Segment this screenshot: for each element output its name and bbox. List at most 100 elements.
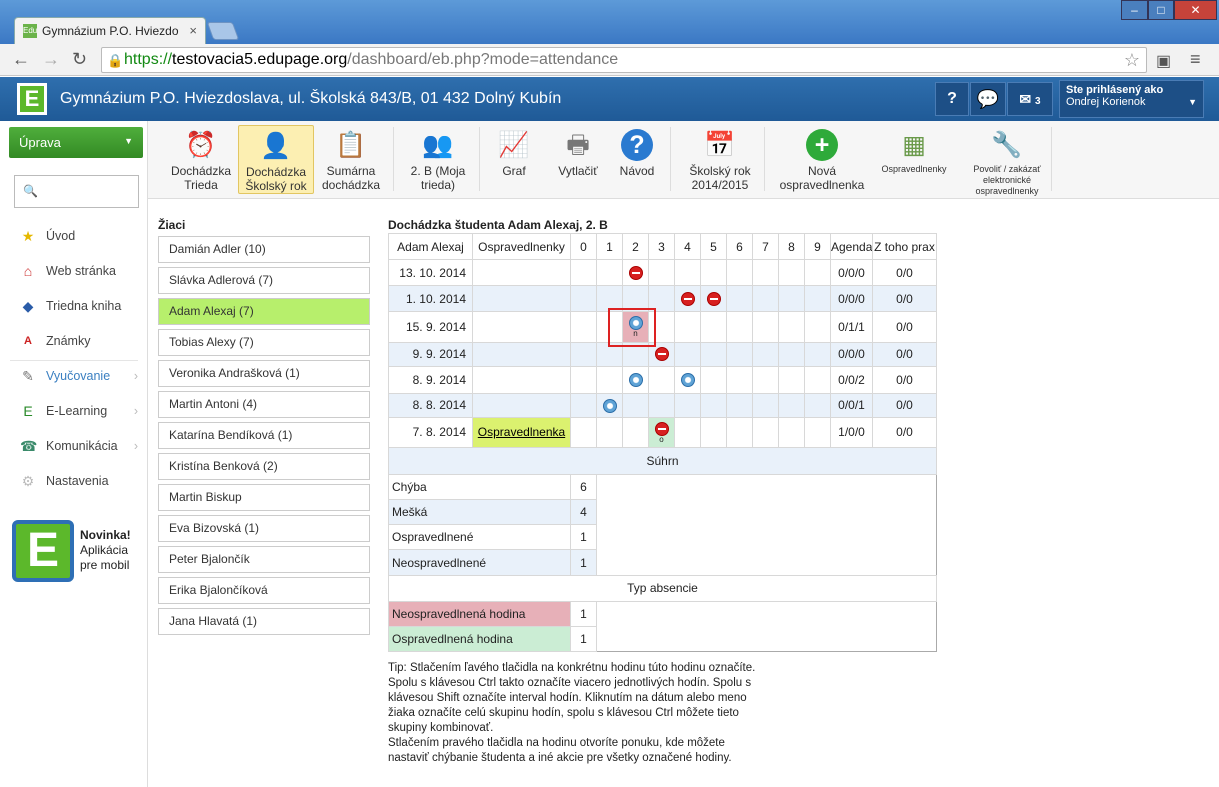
maximize-window-button[interactable]: □ xyxy=(1148,0,1174,20)
hour-cell[interactable] xyxy=(726,416,753,449)
student-item[interactable]: Tobias Alexy (7) xyxy=(158,329,370,356)
hour-cell[interactable] xyxy=(570,365,597,394)
hour-cell[interactable] xyxy=(674,392,701,418)
hour-cell[interactable] xyxy=(674,311,701,343)
minimize-window-button[interactable]: – xyxy=(1121,0,1148,20)
hour-cell[interactable] xyxy=(700,416,727,449)
sidebar-item-nastavenia[interactable]: ⚙ Nastavenia xyxy=(0,464,148,498)
toolbar-povolit-zakazat[interactable]: 🔧 Povoliť / zakázať elektronické osprave… xyxy=(962,125,1052,196)
hour-cell[interactable] xyxy=(726,259,753,287)
hour-cell[interactable] xyxy=(726,285,753,313)
reload-icon[interactable]: ↻ xyxy=(72,49,87,70)
hour-cell[interactable] xyxy=(570,259,597,287)
hour-cell[interactable] xyxy=(726,392,753,418)
student-item[interactable]: Kristína Benková (2) xyxy=(158,453,370,480)
hour-cell[interactable] xyxy=(674,341,701,367)
hour-cell[interactable] xyxy=(622,365,649,394)
hour-cell[interactable] xyxy=(726,311,753,343)
toolbar-moja-trieda[interactable]: 👥 2. B (Moja trieda) xyxy=(400,125,476,194)
close-tab-icon[interactable]: × xyxy=(189,23,197,38)
sidebar-item-znamky[interactable]: A Známky xyxy=(0,324,148,358)
toolbar-skolsky-rok[interactable]: 📅 Školský rok 2014/2015 xyxy=(682,125,758,194)
hour-cell[interactable] xyxy=(700,341,727,367)
sidebar-item-uvod[interactable]: ★ Úvod xyxy=(0,219,148,253)
toolbar-graf[interactable]: 📈 Graf xyxy=(488,125,540,194)
hour-cell[interactable] xyxy=(570,311,597,343)
bookmark-star-icon[interactable]: ☆ xyxy=(1124,48,1140,72)
search-input[interactable]: 🔍 xyxy=(14,175,139,208)
row-date[interactable]: 7. 8. 2014 xyxy=(388,416,473,449)
sidebar-item-vyucovanie[interactable]: ✎ Vyučovanie › xyxy=(0,359,148,393)
student-item[interactable]: Martin Biskup xyxy=(158,484,370,511)
hour-cell[interactable] xyxy=(700,392,727,418)
forward-icon[interactable]: → xyxy=(42,49,60,70)
new-tab-button[interactable] xyxy=(206,22,240,40)
browser-tab[interactable]: Edu Gymnázium P.O. Hviezdo × xyxy=(14,17,206,44)
hour-cell[interactable] xyxy=(648,259,675,287)
row-date[interactable]: 8. 9. 2014 xyxy=(388,365,473,394)
hour-cell[interactable] xyxy=(700,311,727,343)
hour-cell[interactable] xyxy=(804,416,831,449)
user-menu[interactable]: Ste prihlásený ako Ondrej Korienok ▼ xyxy=(1059,80,1204,118)
hour-cell[interactable] xyxy=(622,416,649,449)
column-header-student[interactable]: Adam Alexaj xyxy=(388,232,473,261)
hour-cell[interactable] xyxy=(596,365,623,394)
hour-cell[interactable] xyxy=(596,416,623,449)
hour-cell[interactable] xyxy=(804,311,831,343)
student-item[interactable]: Damián Adler (10) xyxy=(158,236,370,263)
student-item[interactable]: Erika Bjalončíková xyxy=(158,577,370,604)
hour-cell[interactable] xyxy=(674,259,701,287)
student-item[interactable]: Slávka Adlerová (7) xyxy=(158,267,370,294)
toolbar-navod[interactable]: ? Návod xyxy=(612,125,662,194)
hour-cell[interactable] xyxy=(804,392,831,418)
hour-cell[interactable] xyxy=(778,416,805,449)
toolbar-nova-ospravedlnenka[interactable]: + Nová ospravedlnenka xyxy=(774,125,870,194)
hour-cell[interactable] xyxy=(622,259,649,287)
excuse-link[interactable]: Ospravedlnenka xyxy=(472,416,571,449)
hour-cell-excused[interactable]: o xyxy=(648,416,675,449)
hour-cell[interactable] xyxy=(752,311,779,343)
student-item[interactable]: Martin Antoni (4) xyxy=(158,391,370,418)
hour-cell[interactable] xyxy=(700,285,727,313)
student-item[interactable]: Jana Hlavatá (1) xyxy=(158,608,370,635)
hour-cell[interactable] xyxy=(778,365,805,394)
hour-cell[interactable] xyxy=(752,259,779,287)
hour-cell[interactable] xyxy=(570,285,597,313)
close-window-button[interactable]: ✕ xyxy=(1174,0,1217,20)
hour-cell[interactable] xyxy=(804,285,831,313)
hour-cell[interactable] xyxy=(752,416,779,449)
hour-cell[interactable] xyxy=(674,365,701,394)
chat-icon[interactable]: 💬 xyxy=(970,82,1006,116)
hour-cell[interactable] xyxy=(570,392,597,418)
student-item[interactable]: Eva Bizovská (1) xyxy=(158,515,370,542)
messages-button[interactable]: ✉ 3 xyxy=(1007,82,1053,116)
hour-cell[interactable] xyxy=(778,392,805,418)
row-date[interactable]: 13. 10. 2014 xyxy=(388,259,473,287)
sidebar-item-triedna-kniha[interactable]: ◆ Triedna kniha xyxy=(0,289,148,323)
hour-cell[interactable] xyxy=(778,259,805,287)
help-button[interactable]: ? xyxy=(935,82,969,116)
hour-cell[interactable] xyxy=(700,365,727,394)
hour-cell[interactable] xyxy=(596,259,623,287)
row-date[interactable]: 15. 9. 2014 xyxy=(388,311,473,343)
hour-cell[interactable] xyxy=(752,341,779,367)
sidebar-item-web[interactable]: ⌂ Web stránka xyxy=(0,254,148,288)
hour-cell[interactable] xyxy=(700,259,727,287)
back-icon[interactable]: ← xyxy=(12,49,30,70)
student-item[interactable]: Veronika Andrašková (1) xyxy=(158,360,370,387)
hour-cell[interactable] xyxy=(674,285,701,313)
cast-icon[interactable]: ▣ xyxy=(1156,51,1171,71)
hour-cell[interactable] xyxy=(752,392,779,418)
hour-cell[interactable] xyxy=(570,416,597,449)
sidebar-item-elearning[interactable]: E E-Learning › xyxy=(0,394,148,428)
hour-cell[interactable] xyxy=(778,311,805,343)
row-date[interactable]: 9. 9. 2014 xyxy=(388,341,473,367)
hour-cell[interactable] xyxy=(726,365,753,394)
hour-cell[interactable] xyxy=(778,341,805,367)
student-item-selected[interactable]: Adam Alexaj (7) xyxy=(158,298,370,325)
hour-cell[interactable] xyxy=(804,259,831,287)
hour-cell[interactable] xyxy=(648,365,675,394)
hour-cell[interactable] xyxy=(674,416,701,449)
hour-cell[interactable] xyxy=(648,392,675,418)
hour-cell[interactable] xyxy=(804,341,831,367)
